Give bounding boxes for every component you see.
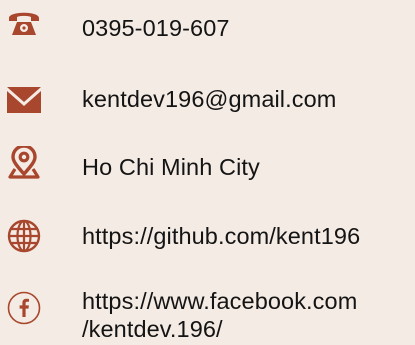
envelope-icon — [7, 87, 41, 113]
phone-icon — [9, 12, 39, 35]
contact-email: kentdev196@gmail.com — [0, 70, 415, 130]
map-pin-icon — [8, 146, 40, 179]
contact-phone: 0395-019-607 — [0, 0, 415, 60]
contact-location: Ho Chi Minh City — [0, 140, 415, 200]
contact-facebook: https://www.facebook.com /kentdev.196/ — [0, 280, 415, 345]
location-text: Ho Chi Minh City — [82, 154, 260, 180]
email-link[interactable]: kentdev196@gmail.com — [82, 85, 336, 114]
github-link[interactable]: https://github.com/kent196 — [82, 222, 360, 251]
facebook-link-line2[interactable]: /kentdev.196/ — [82, 315, 223, 344]
phone-number: 0395-019-607 — [82, 15, 230, 41]
globe-icon — [7, 219, 41, 253]
facebook-link-line1[interactable]: https://www.facebook.com — [82, 287, 357, 316]
facebook-icon — [7, 291, 41, 325]
contact-github: https://github.com/kent196 — [0, 210, 415, 270]
